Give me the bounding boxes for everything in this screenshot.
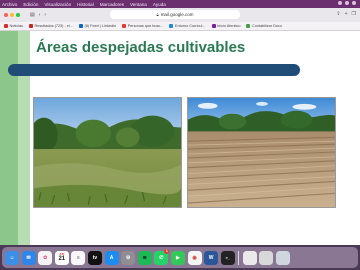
menu-ventana[interactable]: Ventana xyxy=(130,2,147,7)
back-arrow-icon[interactable]: ‹ xyxy=(39,12,41,18)
photos-icon[interactable]: ✿ xyxy=(38,250,53,265)
chrome-icon[interactable]: ◉ xyxy=(187,250,202,265)
bookmark-label: Entorno Curricul... xyxy=(174,24,206,28)
bookmark-item[interactable]: Inicio Atentico xyxy=(211,24,241,28)
sidebar-toggle-icon[interactable]: ▤ xyxy=(30,12,35,18)
terminal-icon[interactable]: >_ xyxy=(220,250,235,265)
whatsapp-glyph: ✆ xyxy=(159,254,164,261)
bookmark-label: Contabilizar Docu xyxy=(251,24,282,28)
address-bar-url: mail.google.com xyxy=(160,12,194,17)
title-underline-bar xyxy=(8,64,300,76)
menu-bar: Archivo Edición Visualización Historial … xyxy=(0,0,360,8)
whatsapp-icon[interactable]: ✆ 1 xyxy=(154,248,170,265)
bookmark-favicon-icon xyxy=(78,24,83,28)
calendar-icon[interactable]: JUN 21 xyxy=(54,250,69,265)
menu-edicion[interactable]: Edición xyxy=(23,2,38,7)
calendar-day: 21 xyxy=(58,256,66,262)
bookmark-label: Personas que busc... xyxy=(127,24,164,28)
mail-icon[interactable]: ✉ xyxy=(21,250,36,265)
screen: Archivo Edición Visualización Historial … xyxy=(0,0,360,270)
bookmark-favicon-icon xyxy=(169,24,174,28)
lock-icon: 🔒︎ xyxy=(156,12,159,17)
navigation-controls: ▤ ‹ › xyxy=(30,12,46,18)
bookmark-label: Noticias xyxy=(9,24,24,28)
menu-historial[interactable]: Historial xyxy=(77,2,94,7)
bookmark-favicon-icon xyxy=(29,24,34,28)
reminders-icon[interactable]: ≡ xyxy=(71,250,86,265)
bookmark-favicon-icon xyxy=(4,24,8,28)
bookmark-item[interactable]: Entorno Curricul... xyxy=(169,24,206,28)
bookmark-favicon-icon xyxy=(246,24,251,28)
trash-icon[interactable] xyxy=(275,250,290,265)
bookmark-label: (8) Feed | LinkedIn xyxy=(84,24,117,28)
word-icon[interactable]: W xyxy=(204,250,219,265)
slide-title: Áreas despejadas cultivables xyxy=(36,39,246,56)
bookmark-item[interactable]: (8) Feed | LinkedIn xyxy=(78,24,117,28)
window-controls xyxy=(4,13,20,17)
menu-archivo[interactable]: Archivo xyxy=(2,2,17,7)
facetime-icon[interactable]: ▶ xyxy=(170,250,185,265)
forward-arrow-icon[interactable]: › xyxy=(44,12,46,18)
bookmark-label: Inicio Atentico xyxy=(217,24,241,28)
appletv-icon[interactable]: tv xyxy=(87,250,102,265)
photo-ploughed-field-image xyxy=(188,98,335,207)
dock-bar: ☺ ✉ ✿ JUN 21 ≡ tv A ⚙ ≋ ✆ 1 ▶ ◉ W >_ xyxy=(2,247,358,268)
bookmark-item[interactable]: Resultados (723) - el... xyxy=(29,24,73,28)
dock-separator xyxy=(238,250,239,265)
bookmark-item[interactable]: Personas que busc... xyxy=(122,24,163,28)
dock: ☺ ✉ ✿ JUN 21 ≡ tv A ⚙ ≋ ✆ 1 ▶ ◉ W >_ xyxy=(0,245,360,270)
menu-marcadores[interactable]: Marcadores xyxy=(100,2,124,7)
status-icons xyxy=(338,1,356,5)
bookmarks-bar: Noticias Resultados (723) - el... (8) Fe… xyxy=(0,22,360,31)
battery-icon[interactable] xyxy=(345,1,349,5)
control-center-icon[interactable] xyxy=(352,1,356,5)
menu-visualizacion[interactable]: Visualización xyxy=(44,2,71,7)
wifi-icon[interactable] xyxy=(338,1,342,5)
toolbar-actions: ⇪ + ❐ xyxy=(336,11,356,17)
bookmark-favicon-icon xyxy=(122,24,127,28)
zoom-window-button[interactable] xyxy=(16,13,20,17)
new-tab-icon[interactable]: + xyxy=(345,11,348,17)
appstore-icon[interactable]: A xyxy=(104,250,119,265)
minimize-window-button[interactable] xyxy=(10,13,14,17)
address-bar[interactable]: 🔒︎ mail.google.com xyxy=(110,10,240,19)
notification-badge: 1 xyxy=(164,248,170,254)
spotify-icon[interactable]: ≋ xyxy=(137,250,152,265)
bookmark-favicon-icon xyxy=(211,24,216,28)
photo-grassy-field xyxy=(33,97,182,208)
tabs-overview-icon[interactable]: ❐ xyxy=(352,11,356,17)
photo-grassy-field-image xyxy=(34,98,181,207)
photo-ploughed-field xyxy=(187,97,336,208)
close-window-button[interactable] xyxy=(4,13,8,17)
browser-toolbar: ▤ ‹ › 🔒︎ mail.google.com ⇪ + ❐ xyxy=(0,8,360,22)
finder-icon[interactable]: ☺ xyxy=(5,250,19,265)
share-icon[interactable]: ⇪ xyxy=(336,11,340,17)
bookmark-label: Resultados (723) - el... xyxy=(34,24,73,28)
bookmark-item[interactable]: Noticias xyxy=(4,24,23,28)
downloads-stack-icon[interactable] xyxy=(259,250,274,265)
recent-document-icon[interactable] xyxy=(242,250,257,265)
settings-icon[interactable]: ⚙ xyxy=(121,250,136,265)
bookmark-item[interactable]: Contabilizar Docu xyxy=(246,24,282,28)
menu-ayuda[interactable]: Ayuda xyxy=(153,2,166,7)
presentation-slide: Áreas despejadas cultivables xyxy=(0,31,360,245)
